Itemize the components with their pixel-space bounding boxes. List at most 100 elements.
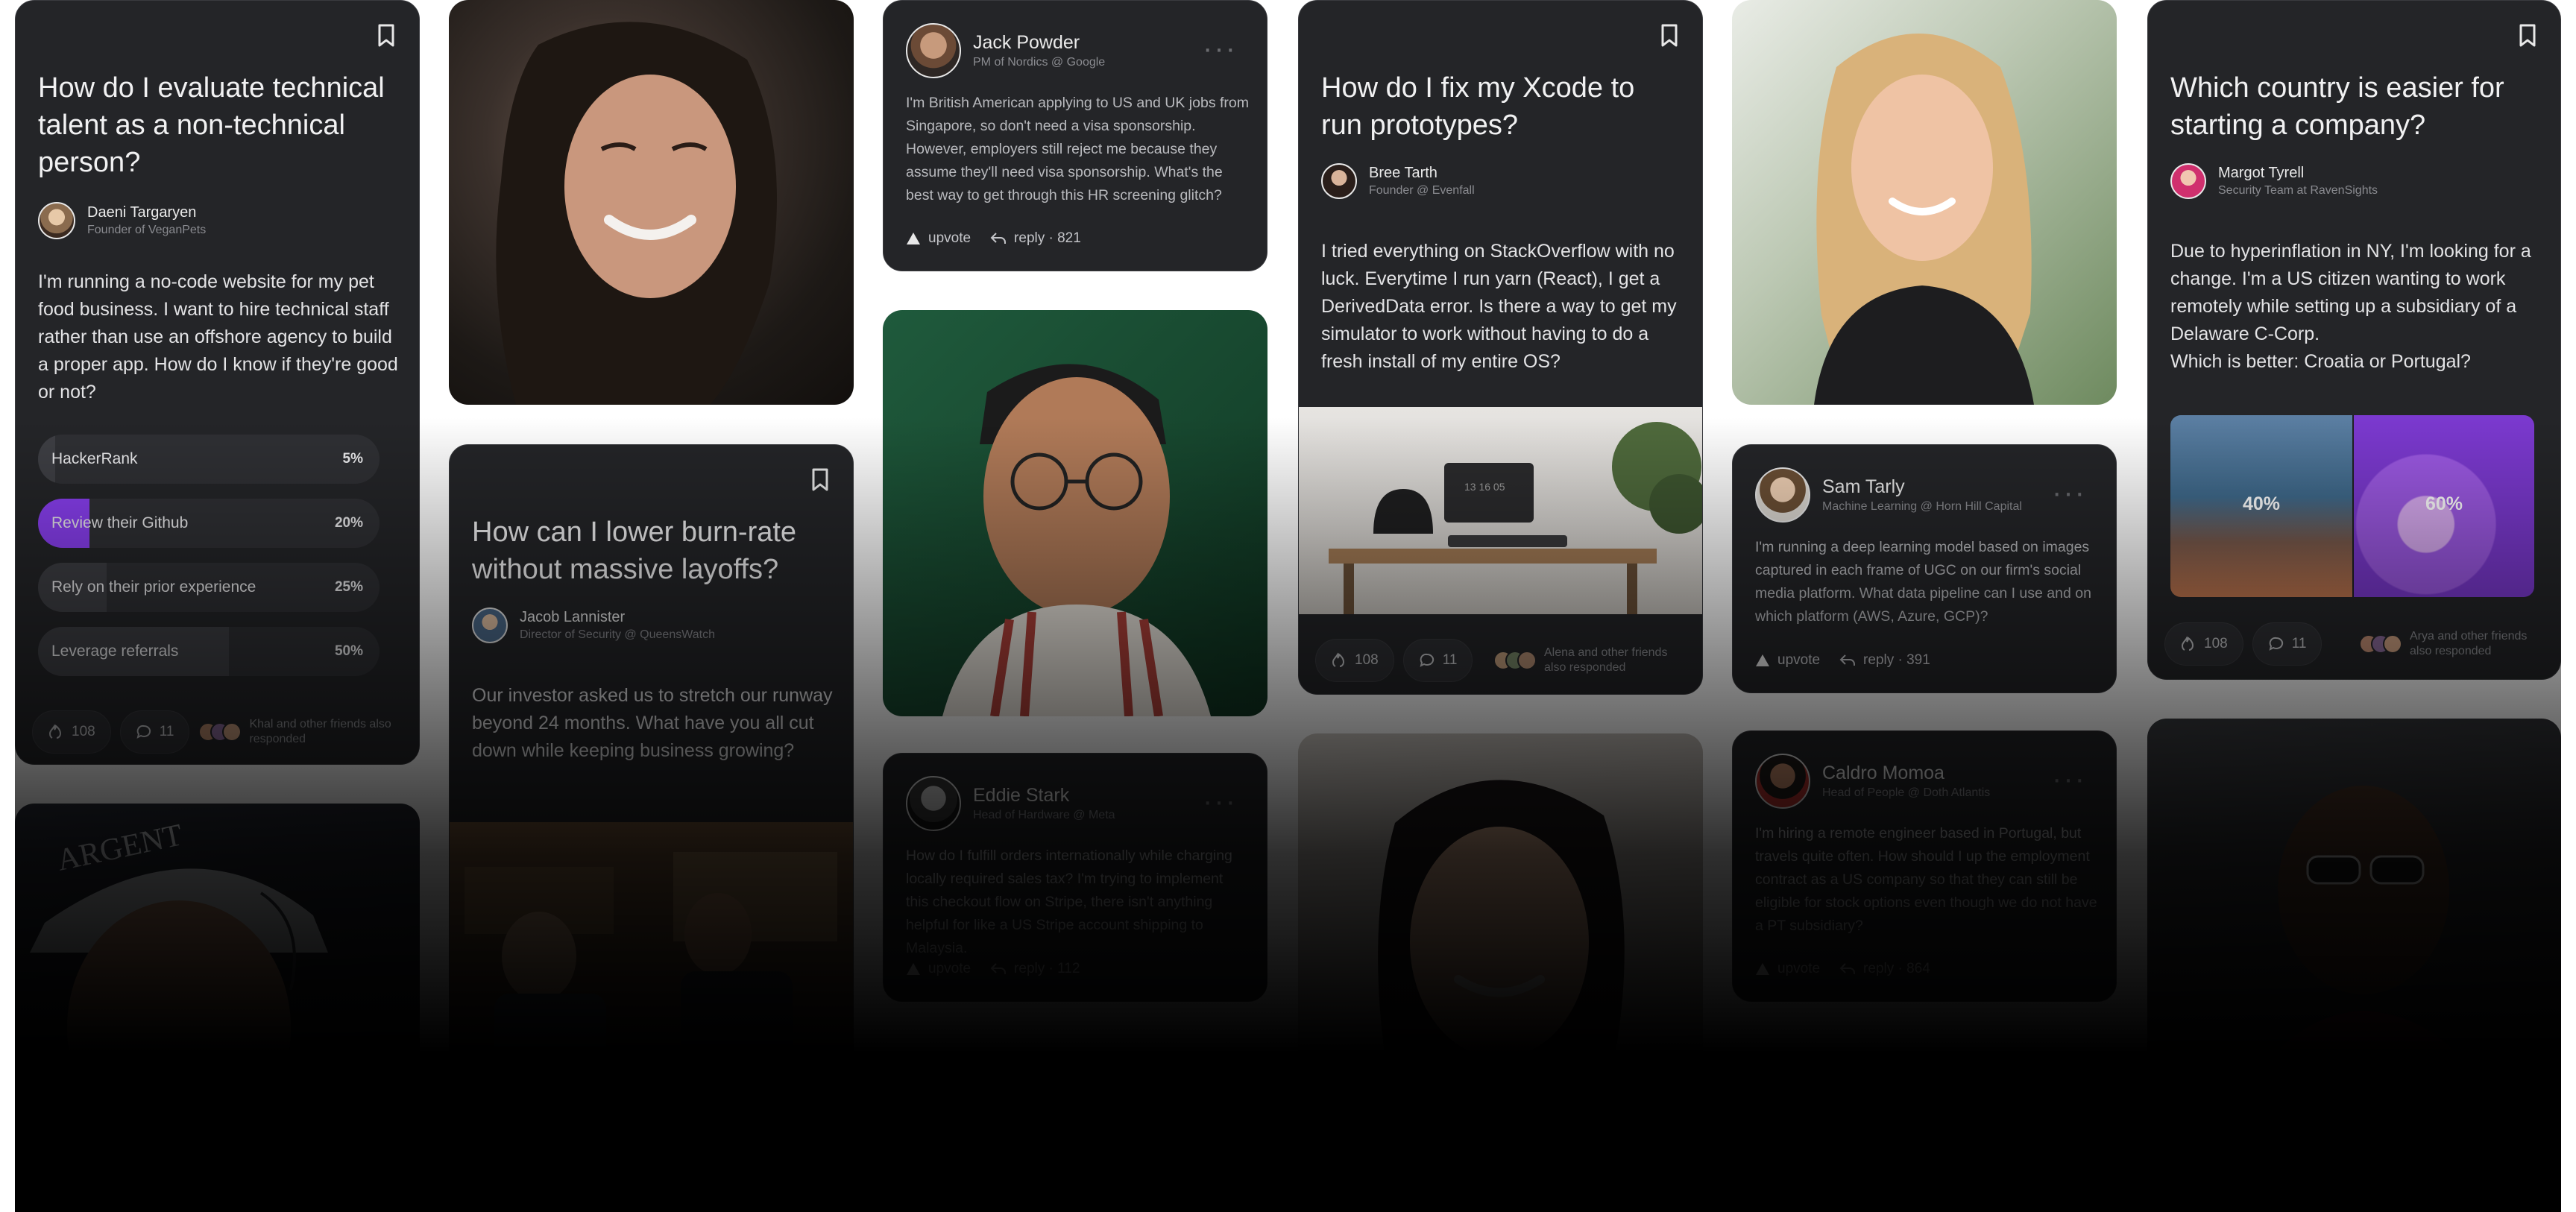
card-footer: 108 11 Alena and other friends also resp… — [1315, 639, 1686, 682]
friends-responded[interactable]: Khal and other friends also responded — [198, 717, 419, 747]
question-card-country[interactable]: Which country is easier for starting a c… — [2147, 0, 2561, 680]
poll-option-croatia[interactable]: 40% — [2170, 415, 2352, 597]
card-footer: 108 11 Khal and other friends also respo… — [32, 710, 403, 754]
more-dots-icon[interactable]: ··· — [1203, 34, 1237, 63]
post-card-jack-powder[interactable]: ··· Jack Powder PM of Nordics @ Google I… — [883, 0, 1267, 271]
poll-option-portugal[interactable]: 60% — [2354, 415, 2534, 597]
comment-button[interactable]: 11 — [2252, 622, 2323, 666]
author[interactable]: Bree Tarth Founder @ Evenfall — [1321, 163, 1475, 199]
question-title[interactable]: How can I lower burn-rate without massiv… — [472, 514, 822, 588]
post-body: I'm running a deep learning model based … — [1755, 539, 2091, 625]
author[interactable]: Jack Powder PM of Nordics @ Google — [906, 23, 1105, 78]
question-card-burn-rate[interactable]: How can I lower burn-rate without massiv… — [449, 444, 854, 1212]
photo-woman-curly-hair[interactable] — [449, 0, 854, 405]
bookmark-icon[interactable] — [2517, 23, 2538, 48]
more-dots-icon[interactable]: ··· — [1203, 786, 1237, 816]
reply-button[interactable]: reply · 864 — [1839, 961, 1930, 977]
avatar — [472, 607, 508, 643]
post-card-eddie-stark[interactable]: ··· Eddie Stark Head of Hardware @ Meta … — [883, 753, 1267, 1002]
author-name: Jacob Lannister — [520, 609, 626, 625]
photo-man-cap[interactable]: ARGENT — [15, 804, 420, 1212]
friends-responded[interactable]: Arya and other friends also responded — [2359, 629, 2544, 659]
question-card-tech-talent[interactable]: How do I evaluate technical talent as a … — [15, 0, 420, 765]
office-photo[interactable] — [450, 822, 853, 1211]
friend-avatars — [198, 722, 242, 742]
poll-option-referrals[interactable]: Leverage referrals 50% — [38, 627, 380, 676]
bookmark-icon[interactable] — [376, 23, 397, 48]
like-icon — [2181, 636, 2194, 651]
photo-man-sunglasses[interactable] — [2147, 719, 2561, 1212]
like-button[interactable]: 108 — [32, 710, 111, 754]
image-poll: 40% 60% — [2170, 415, 2534, 597]
poll-option-label: Rely on their prior experience — [51, 578, 256, 596]
post-card-caldro-momoa[interactable]: ··· Caldro Momoa Head of People @ Doth A… — [1732, 730, 2117, 1002]
friends-responded[interactable]: Alena and other friends also responded — [1493, 646, 1686, 675]
like-icon — [1332, 652, 1345, 667]
comment-count: 11 — [159, 724, 174, 739]
poll-option-percent: 50% — [334, 643, 363, 659]
author-role: Security Team at RavenSights — [2218, 184, 2378, 197]
poll-option-label: HackerRank — [51, 450, 138, 467]
upvote-button[interactable]: upvote — [1755, 652, 1820, 669]
author-role: Director of Security @ QueensWatch — [520, 628, 715, 641]
svg-text:ARGENT: ARGENT — [54, 818, 186, 877]
author-name: Daeni Targaryen — [87, 204, 197, 221]
author-name: Caldro Momoa — [1822, 763, 1944, 783]
reply-icon — [990, 233, 1007, 244]
question-body: Our investor asked us to stretch our run… — [472, 685, 833, 761]
bookmark-icon[interactable] — [1659, 23, 1680, 48]
upvote-icon — [1756, 654, 1769, 666]
question-title[interactable]: Which country is easier for starting a c… — [2170, 69, 2521, 144]
question-title[interactable]: How do I evaluate technical talent as a … — [38, 69, 388, 181]
poll-option-hackerrank[interactable]: HackerRank 5% — [38, 435, 380, 484]
reply-icon — [1839, 654, 1856, 666]
post-actions: upvote reply · 864 — [1755, 961, 1930, 977]
author[interactable]: Daeni Targaryen Founder of VeganPets — [38, 202, 206, 239]
author-name: Margot Tyrell — [2218, 165, 2305, 181]
more-dots-icon[interactable]: ··· — [2052, 764, 2086, 794]
like-button[interactable]: 108 — [2164, 622, 2243, 666]
question-title[interactable]: How do I fix my Xcode to run prototypes? — [1321, 69, 1672, 144]
comment-button[interactable]: 11 — [119, 710, 190, 754]
comment-button[interactable]: 11 — [1402, 639, 1473, 682]
like-button[interactable]: 108 — [1315, 639, 1394, 682]
like-count: 108 — [72, 724, 95, 739]
poll-option-label: Review their Github — [51, 514, 189, 531]
author[interactable]: Sam Tarly Machine Learning @ Horn Hill C… — [1755, 467, 2022, 523]
poll-option-github[interactable]: Review their Github 20% — [38, 499, 380, 548]
upvote-button[interactable]: upvote — [906, 961, 971, 977]
avatar — [1321, 163, 1357, 199]
author-role: Head of Hardware @ Meta — [973, 809, 1115, 821]
photo-blonde-woman[interactable] — [1732, 0, 2117, 405]
office-illustration — [465, 852, 837, 1113]
friends-text: Arya and other friends also responded — [2410, 630, 2528, 657]
reply-button[interactable]: reply · 391 — [1839, 652, 1930, 669]
author-name: Sam Tarly — [1822, 476, 1905, 497]
poll-option-percent: 40% — [2242, 493, 2281, 514]
upvote-button[interactable]: upvote — [1755, 961, 1820, 977]
post-card-sam-tarly[interactable]: ··· Sam Tarly Machine Learning @ Horn Hi… — [1732, 444, 2117, 693]
reply-label: reply · 821 — [1014, 230, 1081, 246]
desk-illustration: 13 16 05 — [1329, 422, 1702, 614]
photo-man-glasses[interactable] — [883, 310, 1267, 716]
upvote-icon — [907, 233, 920, 244]
author-role: Machine Learning @ Horn Hill Capital — [1822, 500, 2022, 513]
bookmark-icon[interactable] — [810, 467, 831, 493]
reply-button[interactable]: reply · 821 — [990, 230, 1081, 247]
reply-label: reply · 112 — [1014, 961, 1080, 976]
author[interactable]: Caldro Momoa Head of People @ Doth Atlan… — [1755, 754, 1990, 809]
upvote-button[interactable]: upvote — [906, 230, 971, 247]
desk-photo[interactable]: 13 16 05 — [1299, 407, 1702, 614]
avatar — [1755, 754, 1810, 809]
upvote-icon — [907, 963, 920, 975]
reply-button[interactable]: reply · 112 — [990, 961, 1080, 977]
question-card-xcode[interactable]: How do I fix my Xcode to run prototypes?… — [1298, 0, 1703, 695]
more-dots-icon[interactable]: ··· — [2052, 478, 2086, 508]
poll-option-experience[interactable]: Rely on their prior experience 25% — [38, 563, 380, 612]
comment-count: 11 — [2291, 636, 2307, 651]
author[interactable]: Jacob Lannister Director of Security @ Q… — [472, 607, 715, 643]
man-cap-illustration: ARGENT — [30, 818, 328, 1154]
photo-woman-smiling[interactable] — [1298, 733, 1703, 1212]
author[interactable]: Eddie Stark Head of Hardware @ Meta — [906, 776, 1115, 831]
author[interactable]: Margot Tyrell Security Team at RavenSigh… — [2170, 163, 2378, 199]
